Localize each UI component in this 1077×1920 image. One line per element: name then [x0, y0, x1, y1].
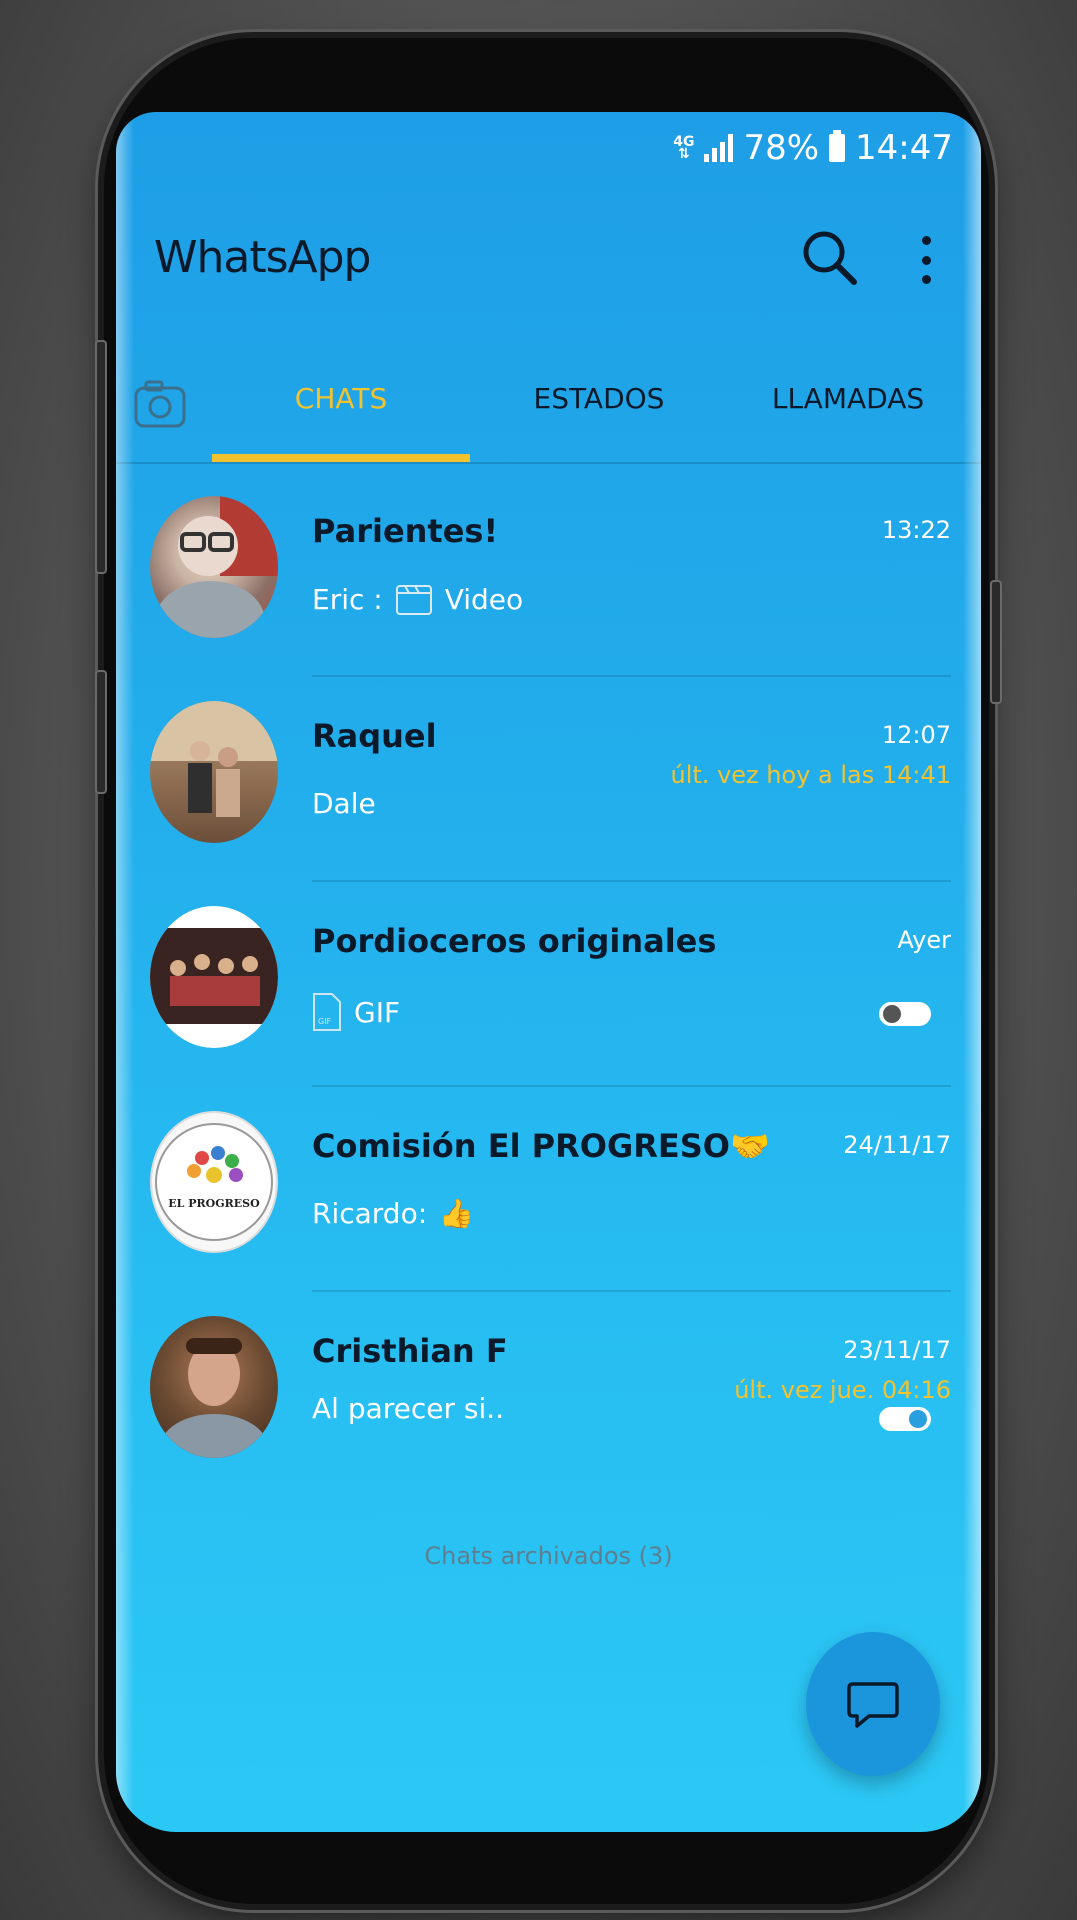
message-text: Video: [444, 582, 524, 616]
app-title: WhatsApp: [154, 232, 371, 283]
network-indicator: 4G ⇅: [673, 134, 695, 162]
chat-preview: GIF GIF: [312, 992, 400, 1032]
chat-bubble-icon: [847, 1682, 899, 1728]
message-text: Dale: [312, 787, 376, 820]
avatar[interactable]: [150, 701, 278, 843]
chat-time: Ayer: [897, 926, 951, 954]
tab-estados[interactable]: ESTADOS: [470, 382, 728, 415]
overflow-menu-button[interactable]: [906, 230, 946, 290]
last-seen: últ. vez hoy a las 14:41: [670, 761, 951, 789]
chat-toggle[interactable]: [879, 1407, 931, 1431]
message-text: GIF: [354, 995, 401, 1029]
svg-text:EL PROGRESO: EL PROGRESO: [168, 1197, 260, 1210]
status-time: 14:47: [855, 128, 953, 168]
chat-name: Comisión El PROGRESO🤝: [312, 1127, 770, 1165]
svg-text:GIF: GIF: [318, 1017, 332, 1026]
last-seen: últ. vez jue. 04:16: [734, 1376, 951, 1404]
chat-preview: Ricardo: 👍: [312, 1197, 474, 1230]
avatar[interactable]: [150, 906, 278, 1048]
app-screen: 4G ⇅ 78% 14:47 WhatsApp CHATS ESTADOS LLA: [116, 112, 981, 1832]
avatar[interactable]: [150, 1316, 278, 1458]
active-tab-indicator: [212, 454, 470, 462]
gif-icon: GIF: [313, 993, 341, 1031]
avatar-photo: [150, 701, 278, 817]
chat-row[interactable]: Raquel 12:07 últ. vez hoy a las 14:41 Da…: [116, 677, 981, 882]
chat-preview: Dale: [312, 787, 376, 820]
camera-tab[interactable]: [132, 376, 188, 432]
message-sender: Eric :: [312, 582, 383, 616]
search-button[interactable]: [796, 224, 866, 294]
chat-row[interactable]: Pordioceros originales Ayer GIF GIF: [116, 882, 981, 1087]
dot: [921, 255, 931, 265]
chat-row[interactable]: Cristhian F 23/11/17 últ. vez jue. 04:16…: [116, 1292, 981, 1497]
dot: [921, 236, 931, 245]
chat-time: 13:22: [881, 516, 951, 544]
signal-icon: [704, 134, 734, 162]
chat-time: 23/11/17: [843, 1336, 951, 1364]
chat-time: 24/11/17: [843, 1131, 951, 1159]
phone-side-button: [990, 580, 1002, 704]
avatar-photo: [150, 928, 278, 1024]
phone-side-button: [95, 340, 107, 574]
chat-preview: Eric : Video: [312, 582, 523, 616]
battery-icon: [829, 130, 846, 162]
dot: [921, 275, 931, 284]
battery-percentage: 78%: [743, 128, 820, 168]
avatar-photo: [160, 1338, 268, 1458]
archived-chats-link[interactable]: Chats archivados (3): [116, 1542, 981, 1570]
tab-chats[interactable]: CHATS: [212, 382, 470, 415]
search-icon: [803, 231, 857, 285]
status-bar: 4G ⇅ 78% 14:47: [673, 128, 953, 168]
toggle-knob: [883, 1005, 901, 1023]
avatar[interactable]: [150, 496, 278, 638]
message-text: 👍: [439, 1197, 475, 1230]
toggle-knob: [909, 1410, 927, 1428]
video-icon: [395, 585, 432, 615]
message-sender: Ricardo:: [312, 1197, 428, 1230]
el-progreso-logo: EL PROGRESO: [155, 1123, 273, 1241]
new-chat-button[interactable]: [806, 1632, 940, 1776]
chat-name: Cristhian F: [312, 1332, 508, 1370]
phone-side-button: [95, 670, 107, 794]
chat-row[interactable]: Parientes! 13:22 Eric : Video: [116, 472, 981, 677]
chat-toggle[interactable]: [879, 1002, 931, 1026]
chat-preview: Al parecer si..: [312, 1392, 504, 1425]
chat-name: Raquel: [312, 717, 437, 755]
chat-name: Parientes!: [312, 512, 499, 550]
message-text: Al parecer si..: [312, 1392, 505, 1425]
tab-llamadas[interactable]: LLAMADAS: [728, 382, 968, 415]
chat-row[interactable]: EL PROGRESO Comisión El PROGRESO🤝 24/11/…: [116, 1087, 981, 1292]
tab-bar: CHATS ESTADOS LLAMADAS: [116, 362, 981, 464]
avatar-photo: [155, 496, 278, 638]
chat-name: Pordioceros originales: [312, 922, 717, 960]
chat-time: 12:07: [881, 721, 951, 749]
camera-icon: [134, 380, 186, 428]
avatar[interactable]: EL PROGRESO: [150, 1111, 278, 1253]
